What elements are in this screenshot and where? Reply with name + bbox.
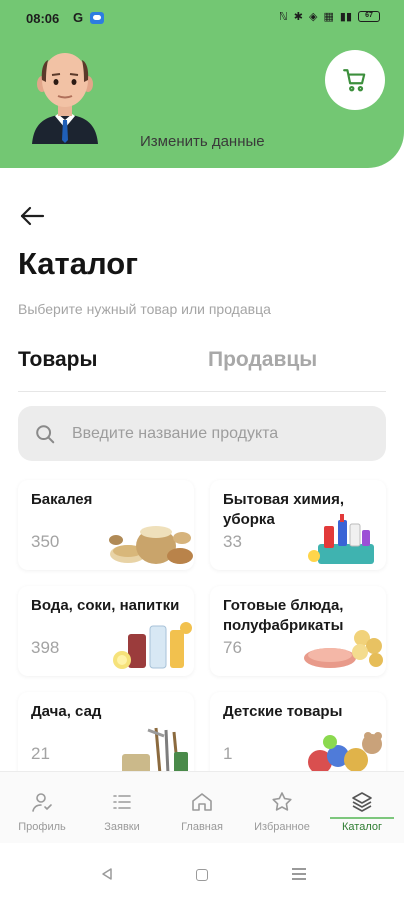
nav-item-home[interactable]: Главная (162, 772, 242, 844)
nav-label: Главная (181, 821, 223, 833)
category-card-drinks[interactable]: Вода, соки, напитки 398 (18, 586, 194, 676)
signal-icon: ▮▮ (339, 11, 352, 23)
category-count: 33 (223, 532, 242, 551)
status-indicators: ℕ ✱ ◈ ▦ ▮▮ 67 (279, 10, 380, 23)
system-navigation-bar (0, 843, 404, 900)
nav-item-requests[interactable]: Заявки (82, 772, 162, 844)
system-recents-icon[interactable] (292, 868, 306, 880)
cart-button[interactable] (325, 50, 385, 110)
category-name: Бытовая химия, уборка (223, 491, 344, 528)
category-name: Готовые блюда, полуфабрикаты (223, 597, 344, 634)
vibrate-icon: ◈ (309, 11, 318, 23)
list-icon (113, 795, 131, 809)
grains-image (109, 526, 193, 564)
nav-item-catalog[interactable]: Каталог (322, 772, 402, 844)
back-arrow-icon[interactable] (18, 204, 46, 228)
avatar[interactable] (28, 50, 102, 144)
category-card-ready-meals[interactable]: Готовые блюда, полуфабрикаты 76 (210, 586, 386, 676)
star-icon (272, 792, 292, 811)
search-icon (36, 424, 55, 443)
cart-icon (343, 69, 366, 92)
category-count: 350 (31, 532, 60, 551)
profile-icon (32, 793, 52, 812)
profile-header: 08:06 G ℕ ✱ ◈ ▦ ▮▮ 67 Изменить данные (0, 0, 404, 168)
category-name: Бакалея (31, 491, 93, 508)
category-card-garden[interactable]: Дача, сад 21 (18, 692, 194, 782)
catalog-tabs: Товары Продавцы (18, 348, 386, 392)
nav-label: Избранное (254, 821, 310, 833)
search-bar (18, 406, 386, 461)
layers-icon (352, 792, 372, 812)
system-home-icon[interactable] (196, 869, 208, 881)
google-icon: G (73, 10, 84, 25)
active-tab-indicator (330, 817, 394, 819)
category-count: 1 (223, 744, 233, 763)
page-title: Каталог (18, 246, 139, 281)
search-input[interactable] (72, 424, 372, 443)
nav-item-favorites[interactable]: Избранное (242, 772, 322, 844)
cloud-icon (90, 12, 104, 24)
edit-profile-link[interactable]: Изменить данные (140, 133, 265, 150)
category-name: Дача, сад (31, 703, 102, 720)
nav-label: Профиль (18, 821, 66, 833)
system-back-icon[interactable] (100, 867, 114, 881)
category-count: 398 (31, 638, 60, 657)
category-name: Детские товары (223, 703, 343, 720)
page-subtitle: Выберите нужный товар или продавца (18, 301, 271, 317)
category-count: 21 (31, 744, 50, 763)
category-count: 76 (223, 638, 242, 657)
nav-item-profile[interactable]: Профиль (2, 772, 82, 844)
category-card-household[interactable]: Бытовая химия, уборка 33 (210, 480, 386, 570)
tab-sellers[interactable]: Продавцы (208, 348, 317, 372)
nav-label: Заявки (104, 821, 140, 833)
category-name: Вода, соки, напитки (31, 597, 180, 614)
category-card-grocery[interactable]: Бакалея 350 (18, 480, 194, 570)
battery-icon: 67 (358, 11, 380, 22)
home-icon (192, 793, 212, 811)
tab-goods[interactable]: Товары (18, 348, 97, 372)
garden-tools-image (122, 727, 188, 776)
toys-image (308, 732, 382, 774)
bluetooth-icon: ✱ (293, 11, 304, 23)
nav-label: Каталог (342, 821, 382, 833)
drinks-image (113, 622, 192, 669)
status-time: 08:06 (26, 11, 60, 26)
bottom-navigation: Профиль Заявки Главная Избранное Каталог (0, 771, 404, 843)
category-card-kids[interactable]: Детские товары 1 (210, 692, 386, 782)
wifi-icon: ▦ (323, 11, 334, 23)
status-bar: 08:06 G ℕ ✱ ◈ ▦ ▮▮ 67 (0, 0, 404, 34)
nfc-icon: ℕ (278, 11, 288, 23)
